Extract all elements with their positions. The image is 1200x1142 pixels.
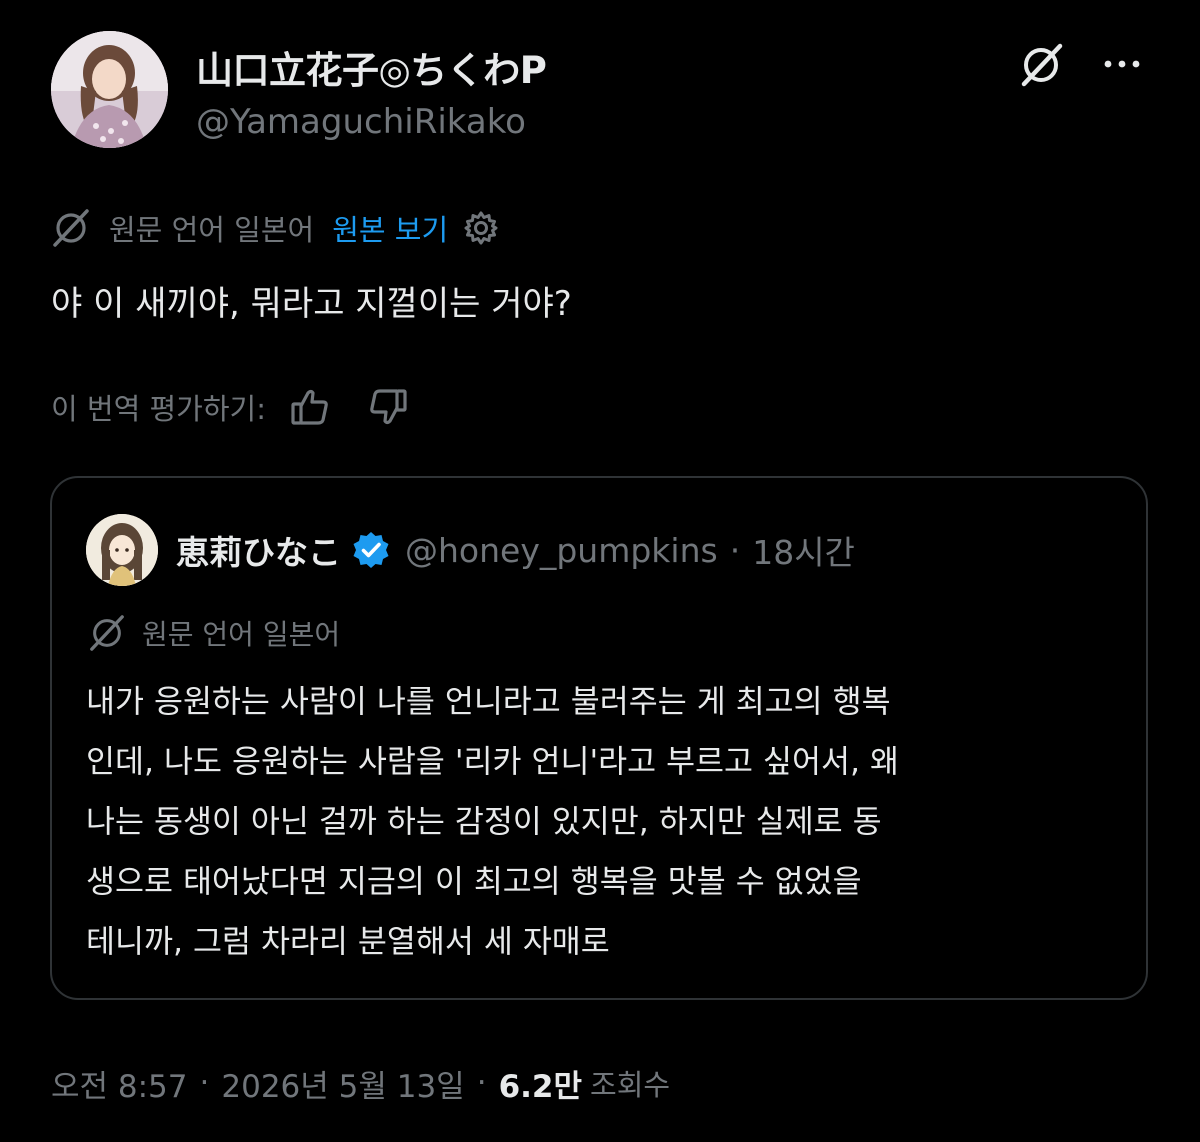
post-date[interactable]: 2026년 5월 13일 <box>221 1061 464 1106</box>
views-count[interactable]: 6.2만 <box>499 1061 582 1106</box>
source-language-label: 원문 언어 일본어 <box>109 213 315 247</box>
author-display-name[interactable]: 山口立花子◎ちくわP <box>196 40 547 94</box>
translate-icon <box>88 614 126 652</box>
translate-icon <box>51 208 91 248</box>
more-options-button[interactable] <box>1100 46 1144 82</box>
gear-icon[interactable] <box>462 209 500 247</box>
quoted-text-line: 생으로 태어났다면 지금의 이 최고의 행복을 맛볼 수 없었을 <box>86 864 862 900</box>
thumbs-down-icon[interactable] <box>366 385 410 429</box>
grok-slash-icon <box>1021 43 1063 87</box>
quoted-translation-notice: 원문 언어 일본어 <box>88 613 340 653</box>
rate-translation: 이 번역 평가하기: <box>51 384 444 430</box>
quoted-author-name[interactable]: 恵莉ひなこ <box>176 526 341 574</box>
quoted-author-avatar[interactable] <box>86 514 158 586</box>
rate-translation-label: 이 번역 평가하기: <box>51 392 266 426</box>
separator-dot: · <box>199 1065 210 1101</box>
show-original-link[interactable]: 원본 보기 <box>332 207 448 249</box>
ellipsis-icon <box>1104 60 1140 68</box>
quoted-tweet-header: 恵莉ひなこ @honey_pumpkins · 18시간 <box>176 526 855 574</box>
quoted-author-handle[interactable]: @honey_pumpkins <box>405 531 718 570</box>
translation-notice: 원문 언어 일본어 원본 보기 <box>51 207 500 249</box>
quoted-text-line: 인데, 나도 응원하는 사람을 '리카 언니'라고 부르고 싶어서, 왜 <box>86 744 899 780</box>
quoted-text-line: 내가 응원하는 사람이 나를 언니라고 불러주는 게 최고의 행복 <box>86 684 891 720</box>
profile-illustration <box>86 514 158 586</box>
profile-photo <box>51 31 168 148</box>
quoted-source-language-label: 원문 언어 일본어 <box>142 618 341 651</box>
author-handle[interactable]: @YamaguchiRikako <box>196 102 526 142</box>
grok-button[interactable] <box>1016 42 1066 88</box>
separator-dot: · <box>476 1065 487 1101</box>
post-time[interactable]: 오전 8:57 <box>51 1061 188 1106</box>
tweet-meta: 오전 8:57 · 2026년 5월 13일 · 6.2만 조회수 <box>51 1058 670 1108</box>
views-label: 조회수 <box>590 1068 671 1102</box>
quoted-tweet-text: 내가 응원하는 사람이 나를 언니라고 불러주는 게 최고의 행복 인데, 나도… <box>86 672 1126 972</box>
tweet-text: 야 이 새끼야, 뭐라고 지껄이는 거야? <box>51 284 572 324</box>
thumbs-up-icon[interactable] <box>288 385 332 429</box>
quoted-tweet-time[interactable]: 18시간 <box>752 526 855 574</box>
author-avatar[interactable] <box>51 31 168 148</box>
quoted-text-line: 테니까, 그럼 차라리 분열해서 세 자매로 <box>86 924 610 960</box>
verified-badge-icon[interactable] <box>351 530 391 570</box>
separator-dot: · <box>729 530 741 570</box>
quoted-text-line: 나는 동생이 아닌 걸까 하는 감정이 있지만, 하지만 실제로 동 <box>86 804 882 840</box>
